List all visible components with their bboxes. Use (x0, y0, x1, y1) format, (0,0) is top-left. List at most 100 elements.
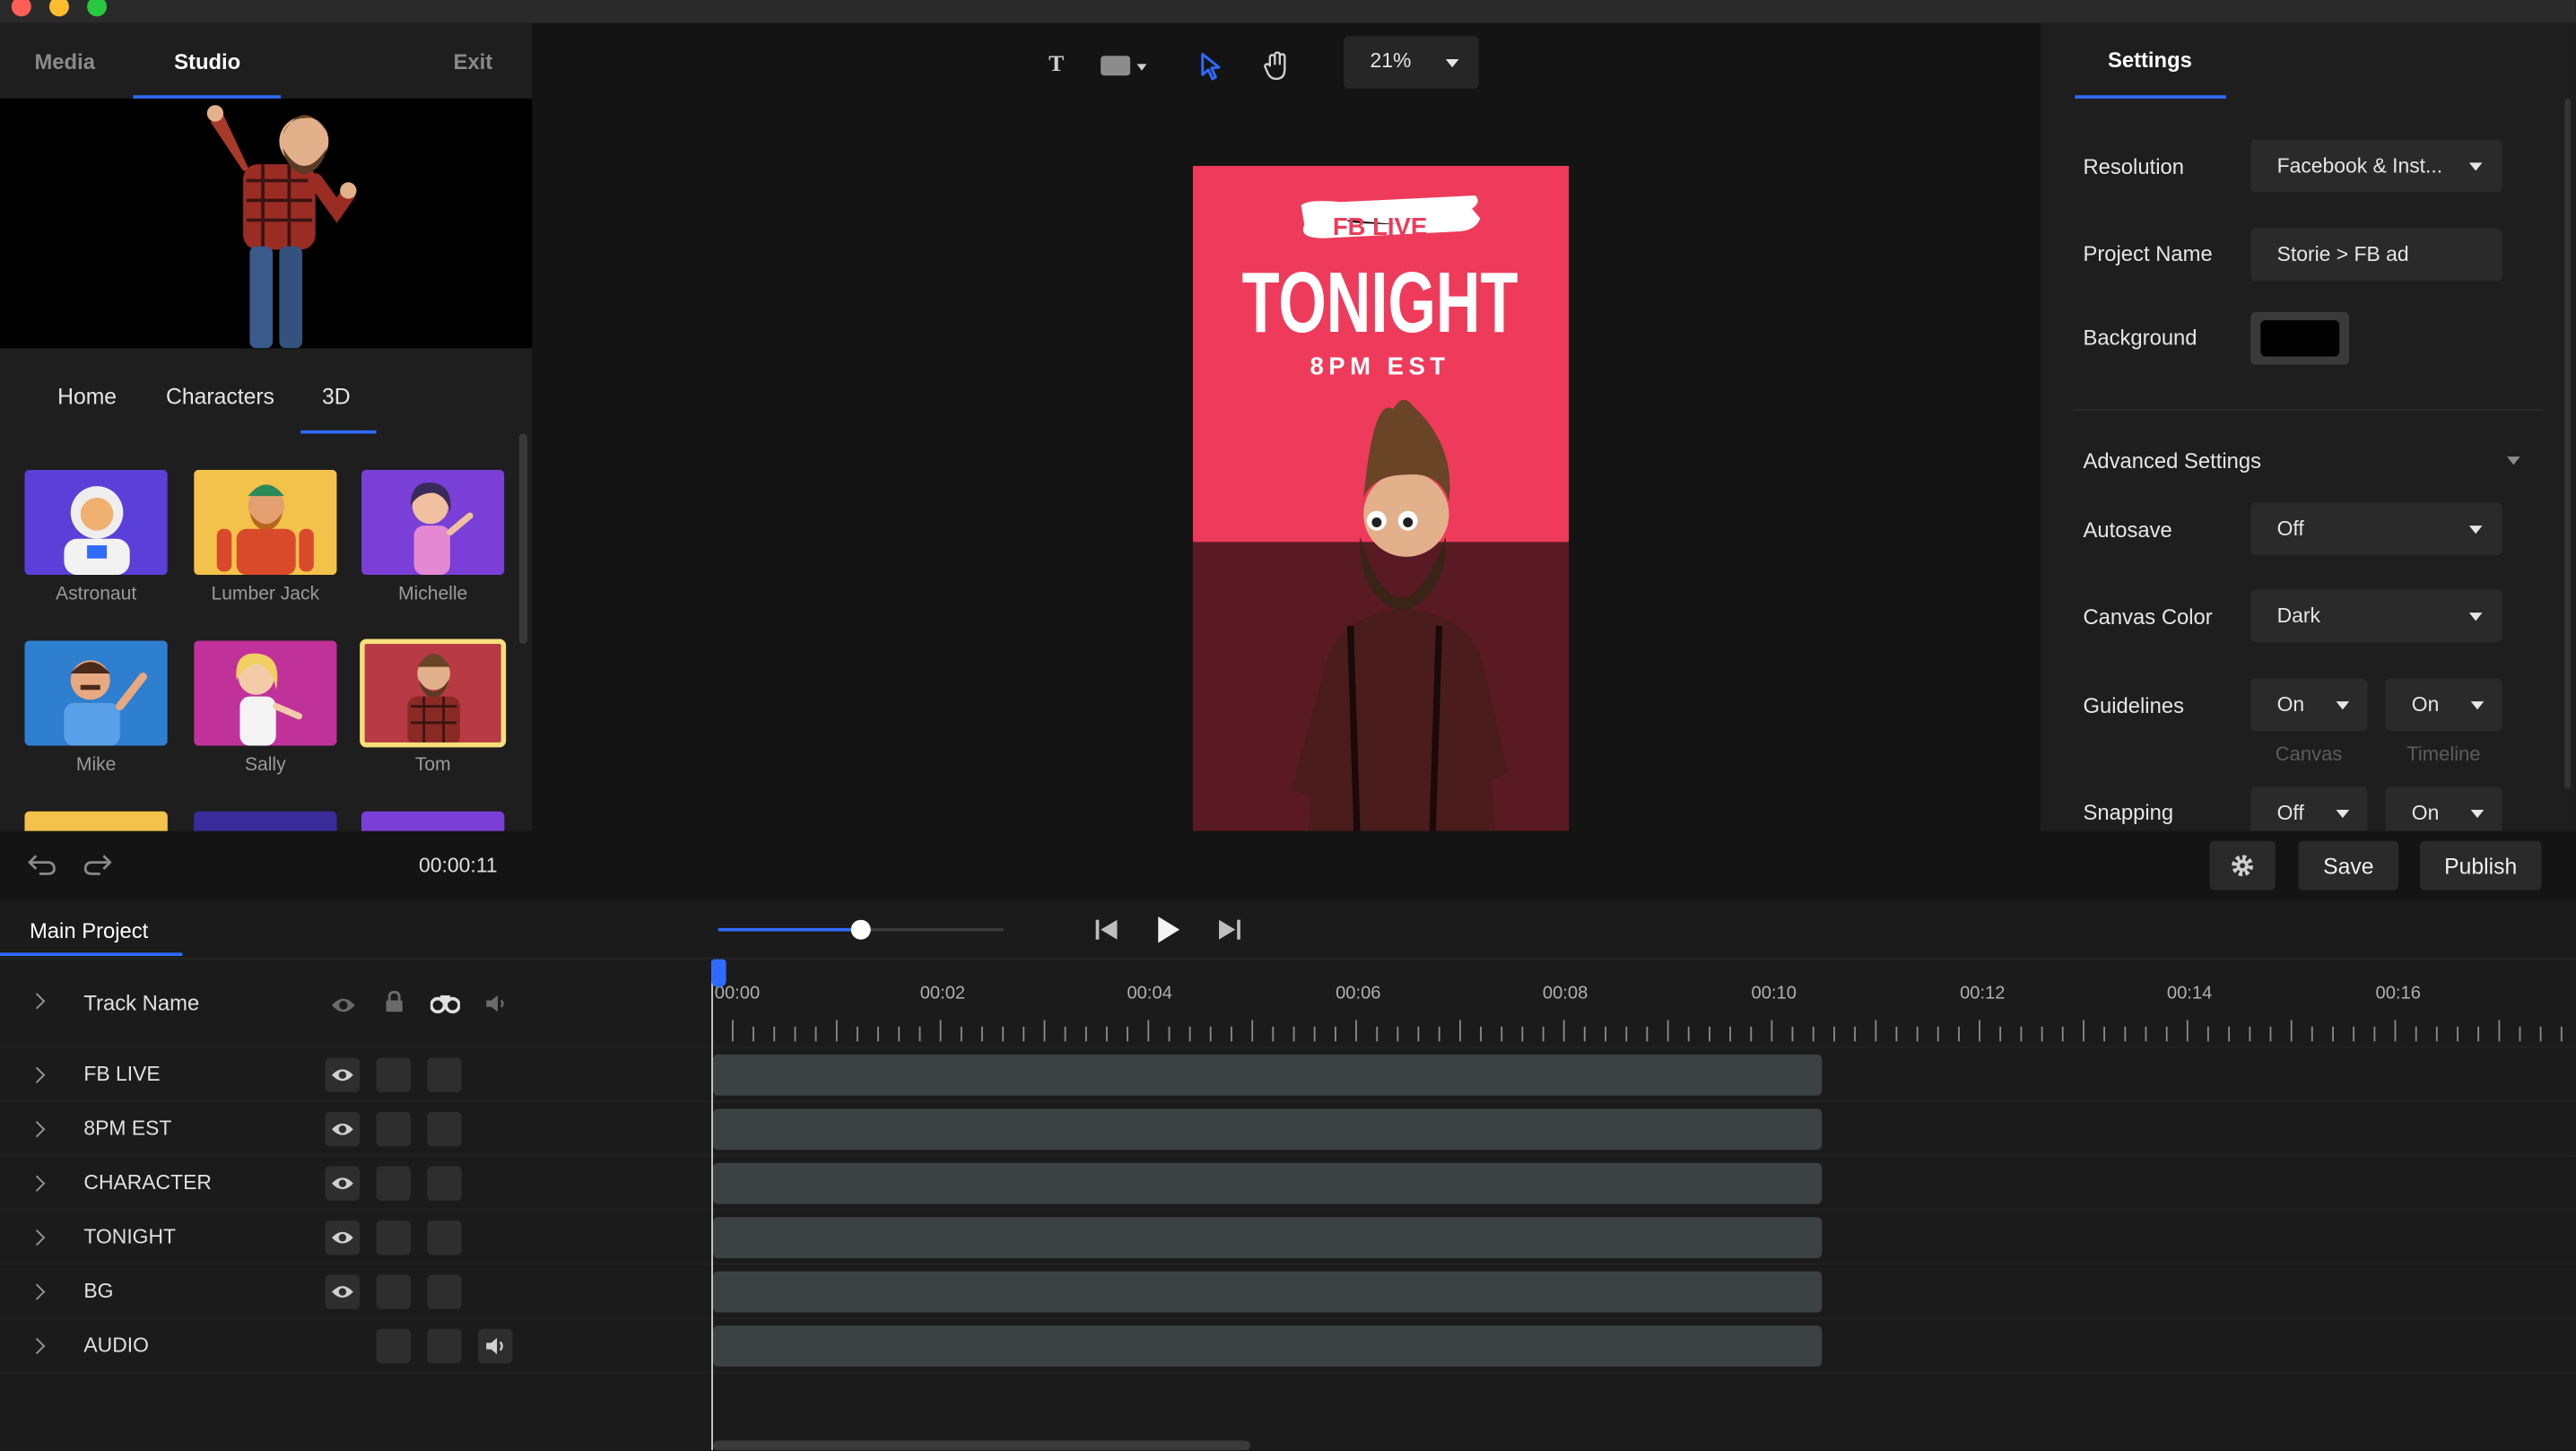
tab-media[interactable]: Media (34, 49, 94, 74)
track-solo-toggle[interactable] (427, 1057, 462, 1093)
tab-characters[interactable]: Characters (166, 385, 274, 409)
skip-forward-icon[interactable] (1215, 918, 1241, 950)
shape-tool-icon[interactable] (1099, 46, 1154, 85)
track-clip[interactable] (712, 1162, 1823, 1204)
artboard-design: FB LIVE TONIGHT 8PM EST (1192, 165, 1570, 831)
character-thumb-astronaut[interactable] (24, 469, 168, 576)
save-button[interactable]: Save (2298, 840, 2399, 891)
scrubber-handle[interactable] (850, 919, 871, 940)
play-icon[interactable] (1155, 915, 1181, 952)
track-solo-toggle[interactable] (427, 1111, 462, 1147)
select-tool-icon[interactable] (1191, 46, 1231, 85)
character-thumb-mike[interactable] (24, 640, 168, 746)
track-clip[interactable] (712, 1217, 1823, 1259)
snapping-canvas-select[interactable]: Off (2250, 786, 2368, 831)
track-visibility-toggle[interactable] (325, 1057, 361, 1093)
chevron-down-icon (2470, 809, 2485, 819)
track-solo-toggle[interactable] (427, 1328, 462, 1364)
snapping-timeline-select[interactable]: On (2385, 786, 2502, 831)
track-lock-toggle[interactable] (376, 1220, 411, 1256)
character-thumb-michelle[interactable] (361, 469, 505, 576)
character-label-tom: Tom (414, 755, 451, 776)
character-thumb-partial[interactable] (194, 811, 337, 831)
text-tool-icon[interactable]: T (1037, 46, 1076, 85)
guidelines-timeline-select[interactable]: On (2385, 678, 2502, 732)
track-lock-toggle[interactable] (376, 1057, 411, 1093)
undo-icon[interactable] (26, 851, 59, 877)
track-mute-toggle[interactable] (477, 1328, 513, 1364)
canvas-toolbar: T 21% (532, 22, 2041, 99)
minimize-window-button[interactable] (48, 0, 69, 17)
zoom-select[interactable]: 21% (1344, 36, 1479, 89)
visibility-icon[interactable] (330, 994, 356, 1023)
track-clip[interactable] (712, 1054, 1823, 1096)
lock-icon[interactable] (385, 990, 405, 1021)
character-thumb-partial[interactable] (24, 811, 168, 831)
redo-icon[interactable] (81, 851, 114, 877)
track-lock-toggle[interactable] (376, 1111, 411, 1147)
timeline-scrollbar[interactable] (712, 1440, 1250, 1451)
tab-home[interactable]: Home (57, 385, 117, 409)
track-visibility-toggle[interactable] (325, 1274, 361, 1309)
row-divider (0, 1371, 2576, 1374)
character-thumb-lumber-jack[interactable] (194, 469, 337, 576)
character-label-michelle: Michelle (397, 585, 468, 605)
audio-icon[interactable] (484, 992, 508, 1021)
gear-icon (2232, 855, 2254, 877)
canvas-color-value: Dark (2276, 604, 2320, 628)
close-window-button[interactable] (11, 0, 31, 17)
row-divider (0, 1316, 2576, 1319)
row-divider (0, 1209, 2576, 1211)
project-name-field[interactable]: Storie > FB ad (2250, 228, 2502, 282)
hand-tool-icon[interactable] (1257, 46, 1296, 85)
track-name: CHARACTER (83, 1170, 212, 1195)
solo-icon[interactable] (429, 992, 461, 1021)
tab-main-project[interactable]: Main Project (30, 918, 148, 943)
ruler-label: 00:06 (1336, 984, 1381, 1004)
track-lock-toggle[interactable] (376, 1274, 411, 1309)
resolution-select[interactable]: Facebook & Inst... (2250, 139, 2502, 193)
autosave-select[interactable]: Off (2250, 502, 2502, 556)
playhead-handle[interactable] (711, 959, 727, 987)
track-solo-toggle[interactable] (427, 1166, 462, 1201)
settings-panel: Settings Resolution Facebook & Inst... P… (2040, 22, 2576, 831)
advanced-settings-label[interactable]: Advanced Settings (2083, 448, 2261, 473)
guidelines-timeline-value: On (2411, 692, 2440, 717)
character-label-sally: Sally (244, 755, 286, 776)
track-visibility-toggle[interactable] (325, 1166, 361, 1201)
settings-tab[interactable]: Settings (2108, 48, 2192, 72)
track-visibility-toggle[interactable] (325, 1220, 361, 1256)
project-name-value: Storie > FB ad (2276, 243, 2409, 266)
advanced-collapse-icon[interactable] (2507, 456, 2520, 465)
track-lock-toggle[interactable] (376, 1328, 411, 1364)
canvas-area: T 21% FB LIVE TONIGHT 8PM EST (532, 22, 2041, 831)
track-name: AUDIO (83, 1334, 149, 1357)
artboard[interactable]: FB LIVE TONIGHT 8PM EST (1192, 165, 1570, 831)
settings-scrollbar[interactable] (2564, 98, 2572, 789)
autosave-value: Off (2276, 517, 2304, 541)
character-list-scrollbar[interactable] (518, 433, 527, 644)
background-color-preview (2260, 320, 2340, 357)
guidelines-canvas-select[interactable]: On (2250, 678, 2368, 732)
track-solo-toggle[interactable] (427, 1220, 462, 1256)
track-solo-toggle[interactable] (427, 1274, 462, 1309)
character-thumb-sally[interactable] (194, 640, 337, 746)
track-lock-toggle[interactable] (376, 1166, 411, 1201)
timeline-caption: Timeline (2406, 742, 2481, 766)
exit-button[interactable]: Exit (454, 49, 493, 74)
track-clip[interactable] (712, 1271, 1823, 1313)
track-clip[interactable] (712, 1325, 1823, 1367)
track-visibility-toggle[interactable] (325, 1111, 361, 1147)
character-thumb-partial[interactable] (361, 811, 505, 831)
tab-studio[interactable]: Studio (174, 49, 240, 74)
tab-3d[interactable]: 3D (322, 385, 351, 409)
background-color-swatch[interactable] (2250, 312, 2350, 365)
character-thumb-tom[interactable] (360, 639, 507, 748)
skip-back-icon[interactable] (1094, 918, 1120, 950)
settings-gear-button[interactable] (2209, 840, 2276, 891)
track-clip[interactable] (712, 1108, 1823, 1151)
canvas-color-select[interactable]: Dark (2250, 589, 2502, 643)
maximize-window-button[interactable] (87, 0, 108, 17)
playhead-line (711, 960, 713, 1451)
publish-button[interactable]: Publish (2419, 840, 2542, 891)
